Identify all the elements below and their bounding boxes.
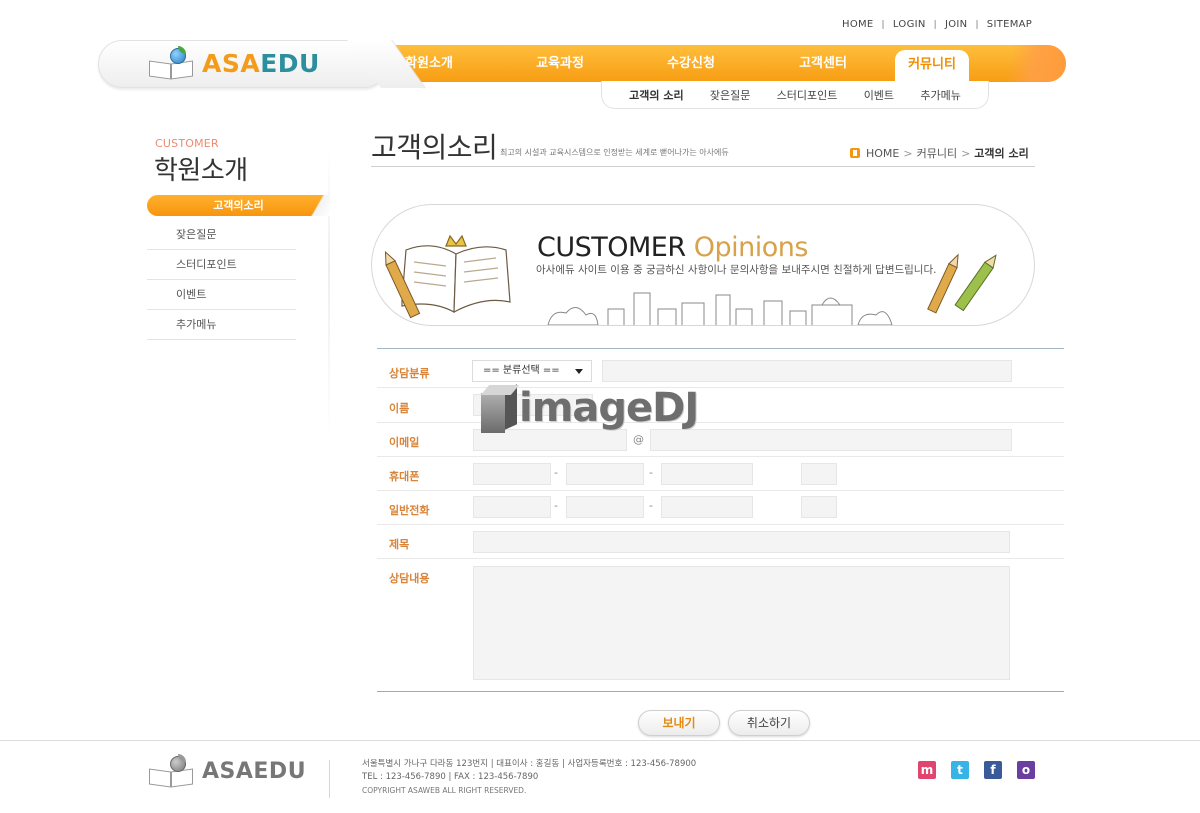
name-label: 이름 bbox=[389, 402, 410, 415]
subnav-item-extra-menu[interactable]: 추가메뉴 bbox=[920, 87, 960, 103]
dash-separator: - bbox=[554, 499, 558, 512]
email-at-sign: @ bbox=[633, 433, 644, 446]
form-bottom-divider bbox=[377, 691, 1064, 692]
sidebar-item-study-point[interactable]: 스터디포인트 bbox=[147, 250, 296, 280]
top-links: HOME | LOGIN | JOIN | SITEMAP bbox=[842, 19, 1032, 30]
breadcrumb-current: 고객의 소리 bbox=[974, 147, 1029, 160]
sidebar-item-customer-voice[interactable]: 고객의소리 bbox=[147, 195, 330, 216]
email-label: 이메일 bbox=[389, 436, 420, 449]
form-row-subject: 제목 bbox=[377, 525, 1064, 559]
footer-divider bbox=[329, 760, 330, 798]
sidebar-item-event[interactable]: 이벤트 bbox=[147, 280, 296, 310]
sidebar-item-extra-menu[interactable]: 추가메뉴 bbox=[147, 310, 296, 340]
phone-part3-input[interactable] bbox=[661, 496, 753, 518]
separator: | bbox=[881, 19, 885, 30]
main-nav: 학원소개 교육과정 수강신청 고객센터 커뮤니티 bbox=[370, 45, 969, 82]
page-title: 고객의소리 bbox=[371, 131, 498, 164]
mobile-part1-input[interactable] bbox=[473, 463, 551, 485]
category-label: 상담분류 bbox=[389, 367, 430, 380]
nav-item-courses[interactable]: 교육과정 bbox=[492, 45, 628, 82]
open-book-icon bbox=[401, 234, 511, 314]
nav-item-about[interactable]: 학원소개 bbox=[370, 45, 488, 82]
subject-label: 제목 bbox=[389, 538, 410, 551]
nav-item-registration[interactable]: 수강신청 bbox=[632, 45, 750, 82]
city-skyline-decoration bbox=[547, 292, 893, 325]
nav-item-customer-center[interactable]: 고객센터 bbox=[754, 45, 892, 82]
sidebar-list: 잦은질문 스터디포인트 이벤트 추가메뉴 bbox=[147, 220, 296, 340]
watermark-cube-icon bbox=[480, 383, 520, 433]
sidebar-divider bbox=[328, 150, 330, 440]
separator: | bbox=[975, 19, 979, 30]
subnav-item-study-point[interactable]: 스터디포인트 bbox=[777, 87, 838, 103]
join-link[interactable]: JOIN bbox=[945, 19, 967, 30]
title-divider bbox=[371, 166, 1035, 167]
banner-title: CUSTOMER Opinions bbox=[537, 232, 808, 263]
breadcrumb-home[interactable]: HOME bbox=[866, 147, 899, 160]
sidebar-small-title: CUSTOMER bbox=[155, 137, 219, 150]
nav-swoosh-decoration bbox=[986, 45, 1066, 82]
email-domain-input[interactable] bbox=[650, 429, 1012, 451]
form-row-mobile: 휴대폰 - - bbox=[377, 457, 1064, 491]
footer-address: 서울특별시 가나구 다라동 123번지 | 대표이사 : 홍길동 | 사업자등록… bbox=[362, 759, 697, 769]
phone-part1-input[interactable] bbox=[473, 496, 551, 518]
twitter-icon[interactable]: t bbox=[951, 761, 969, 779]
sitemap-link[interactable]: SITEMAP bbox=[987, 19, 1032, 30]
phone-part2-input[interactable] bbox=[566, 496, 644, 518]
chevron-right-icon: > bbox=[961, 146, 971, 160]
nav-item-community[interactable]: 커뮤니티 bbox=[895, 50, 969, 82]
dash-separator: - bbox=[554, 466, 558, 479]
chat-icon[interactable]: o bbox=[1017, 761, 1035, 779]
category-select[interactable]: == 분류선택 == bbox=[472, 360, 592, 382]
separator: | bbox=[933, 19, 937, 30]
mobile-label: 휴대폰 bbox=[389, 470, 420, 483]
form-row-phone: 일반전화 - - bbox=[377, 491, 1064, 525]
cancel-button[interactable]: 취소하기 bbox=[728, 710, 810, 736]
breadcrumb-community[interactable]: 커뮤니티 bbox=[917, 145, 957, 161]
home-icon bbox=[850, 148, 860, 158]
sub-nav: 고객의 소리 잦은질문 스터디포인트 이벤트 추가메뉴 bbox=[601, 81, 989, 109]
footer-copyright: COPYRIGHT ASAWEB ALL RIGHT RESERVED. bbox=[362, 786, 527, 795]
send-button[interactable]: 보내기 bbox=[638, 710, 720, 736]
facebook-icon[interactable]: f bbox=[984, 761, 1002, 779]
login-link[interactable]: LOGIN bbox=[893, 19, 926, 30]
chevron-down-icon bbox=[575, 369, 583, 374]
book-globe-icon bbox=[148, 46, 196, 80]
subnav-item-event[interactable]: 이벤트 bbox=[864, 87, 894, 103]
form-row-content: 상담내용 bbox=[377, 559, 1064, 689]
subject-input[interactable] bbox=[473, 531, 1010, 553]
watermark: imageDJ bbox=[480, 383, 699, 433]
page-subtitle: 최고의 시설과 교육시스템으로 인정받는 세계로 뻗어나가는 아사에듀 bbox=[500, 148, 729, 157]
chevron-right-icon: > bbox=[903, 146, 913, 160]
footer-logo-text: ASAEDU bbox=[202, 758, 307, 784]
content-textarea[interactable] bbox=[473, 566, 1010, 680]
breadcrumb: HOME > 커뮤니티 > 고객의 소리 bbox=[850, 145, 1029, 161]
mobile-extra-input[interactable] bbox=[801, 463, 837, 485]
category-detail-input[interactable] bbox=[602, 360, 1012, 382]
book-globe-icon bbox=[148, 754, 196, 788]
sidebar-item-faq[interactable]: 잦은질문 bbox=[147, 220, 296, 250]
footer-contact: TEL : 123-456-7890 | FAX : 123-456-7890 bbox=[362, 772, 539, 782]
sidebar-title: 학원소개 bbox=[154, 156, 248, 186]
dash-separator: - bbox=[649, 499, 653, 512]
footer-info: 서울특별시 가나구 다라동 123번지 | 대표이사 : 홍길동 | 사업자등록… bbox=[362, 758, 696, 797]
site-logo[interactable]: ASAEDU bbox=[148, 46, 320, 80]
phone-extra-input[interactable] bbox=[801, 496, 837, 518]
mobile-part3-input[interactable] bbox=[661, 463, 753, 485]
home-link[interactable]: HOME bbox=[842, 19, 874, 30]
subnav-item-customer-voice[interactable]: 고객의 소리 bbox=[629, 87, 683, 103]
me2day-icon[interactable]: m bbox=[918, 761, 936, 779]
phone-label: 일반전화 bbox=[389, 504, 430, 517]
mobile-part2-input[interactable] bbox=[566, 463, 644, 485]
footer-logo[interactable]: ASAEDU bbox=[148, 754, 306, 788]
content-label: 상담내용 bbox=[389, 572, 430, 585]
subnav-item-faq[interactable]: 잦은질문 bbox=[710, 87, 750, 103]
dash-separator: - bbox=[649, 466, 653, 479]
banner-description: 아사에듀 사이트 이용 중 궁금하신 사항이나 문의사항을 보내주시면 친절하게… bbox=[536, 264, 937, 276]
logo-text: ASAEDU bbox=[202, 48, 320, 78]
watermark-text: imageDJ bbox=[519, 385, 699, 431]
